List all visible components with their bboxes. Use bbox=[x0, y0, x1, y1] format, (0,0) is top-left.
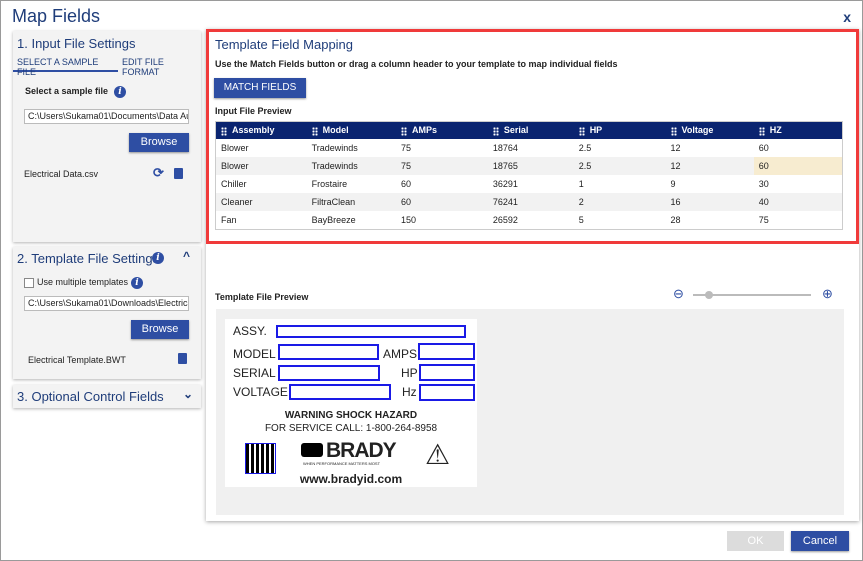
sample-file-name: Electrical Data.csv bbox=[24, 169, 99, 179]
hz-field[interactable] bbox=[419, 384, 475, 401]
zoom-out-icon[interactable]: ⊖ bbox=[673, 286, 684, 302]
sample-file-path-input[interactable]: C:\Users\Sukama01\Documents\Data Au bbox=[24, 109, 189, 124]
trash-icon[interactable] bbox=[174, 168, 183, 179]
label-warning: WARNING SHOCK HAZARD bbox=[284, 410, 418, 421]
label-hz: Hz bbox=[402, 385, 417, 399]
label-voltage: VOLTAGE bbox=[233, 385, 288, 399]
select-sample-label: Select a sample file bbox=[25, 86, 109, 96]
voltage-field[interactable] bbox=[289, 384, 391, 400]
label-serial: SERIAL bbox=[233, 366, 276, 380]
brady-tagline: WHEN PERFORMANCE MATTERS MOST bbox=[303, 461, 381, 466]
template-file-name: Electrical Template.BWT bbox=[28, 355, 126, 365]
shock-hazard-icon: ⚠ bbox=[425, 439, 451, 470]
tab-edit-file-format[interactable]: EDIT FILE FORMAT bbox=[122, 57, 201, 77]
amps-field[interactable] bbox=[418, 343, 475, 360]
label-model: MODEL bbox=[233, 347, 276, 361]
info-icon[interactable]: i bbox=[114, 86, 126, 98]
dialog-title: Map Fields bbox=[12, 6, 101, 26]
section2-title: 2. Template File Settings bbox=[17, 251, 160, 266]
browse-template-button[interactable]: Browse bbox=[131, 320, 189, 339]
zoom-in-icon[interactable]: ⊕ bbox=[822, 286, 833, 302]
label-preview: ASSY. MODEL AMPS SERIAL HP VOLTAGE Hz WA… bbox=[225, 319, 477, 487]
section1-title: 1. Input File Settings bbox=[17, 36, 136, 51]
template-preview-title: Template File Preview bbox=[215, 292, 309, 302]
section3-title: 3. Optional Control Fields bbox=[17, 389, 164, 404]
refresh-icon[interactable]: ⟳ bbox=[153, 165, 164, 181]
label-service: FOR SERVICE CALL: 1-800-264-8958 bbox=[264, 423, 438, 434]
brady-logo: BRADY bbox=[301, 439, 397, 463]
chevron-down-icon[interactable]: ⌄ bbox=[183, 387, 193, 401]
close-button[interactable]: x bbox=[843, 9, 851, 25]
label-hp: HP bbox=[401, 366, 418, 380]
model-field[interactable] bbox=[278, 344, 379, 360]
ok-button[interactable]: OK bbox=[727, 531, 784, 551]
label-assy: ASSY. bbox=[233, 324, 267, 338]
serial-field[interactable] bbox=[278, 365, 380, 381]
multiple-templates-label: Use multiple templates bbox=[37, 277, 129, 287]
template-file-settings-panel: 2. Template File Settings i ^ Use multip… bbox=[13, 247, 201, 379]
datamatrix-icon bbox=[245, 443, 276, 474]
browse-sample-button[interactable]: Browse bbox=[129, 133, 189, 152]
zoom-slider-thumb[interactable] bbox=[705, 291, 713, 299]
highlight-frame bbox=[206, 29, 859, 244]
trash-icon[interactable] bbox=[178, 353, 187, 364]
cancel-button[interactable]: Cancel bbox=[791, 531, 849, 551]
label-url: www.bradyid.com bbox=[299, 472, 403, 486]
info-icon[interactable]: i bbox=[131, 277, 143, 289]
input-file-settings-panel: 1. Input File Settings SELECT A SAMPLE F… bbox=[13, 31, 201, 242]
optional-control-fields-panel[interactable]: 3. Optional Control Fields ⌄ bbox=[13, 385, 201, 408]
label-amps: AMPS bbox=[383, 347, 418, 361]
info-icon[interactable]: i bbox=[152, 252, 164, 264]
tab-select-sample-file[interactable]: SELECT A SAMPLE FILE bbox=[13, 57, 118, 77]
template-path-input[interactable]: C:\Users\Sukama01\Downloads\Electrica bbox=[24, 296, 189, 311]
hp-field[interactable] bbox=[419, 364, 475, 381]
multiple-templates-checkbox[interactable] bbox=[24, 278, 34, 288]
assy-field[interactable] bbox=[276, 325, 466, 338]
chevron-up-icon[interactable]: ^ bbox=[183, 249, 190, 263]
